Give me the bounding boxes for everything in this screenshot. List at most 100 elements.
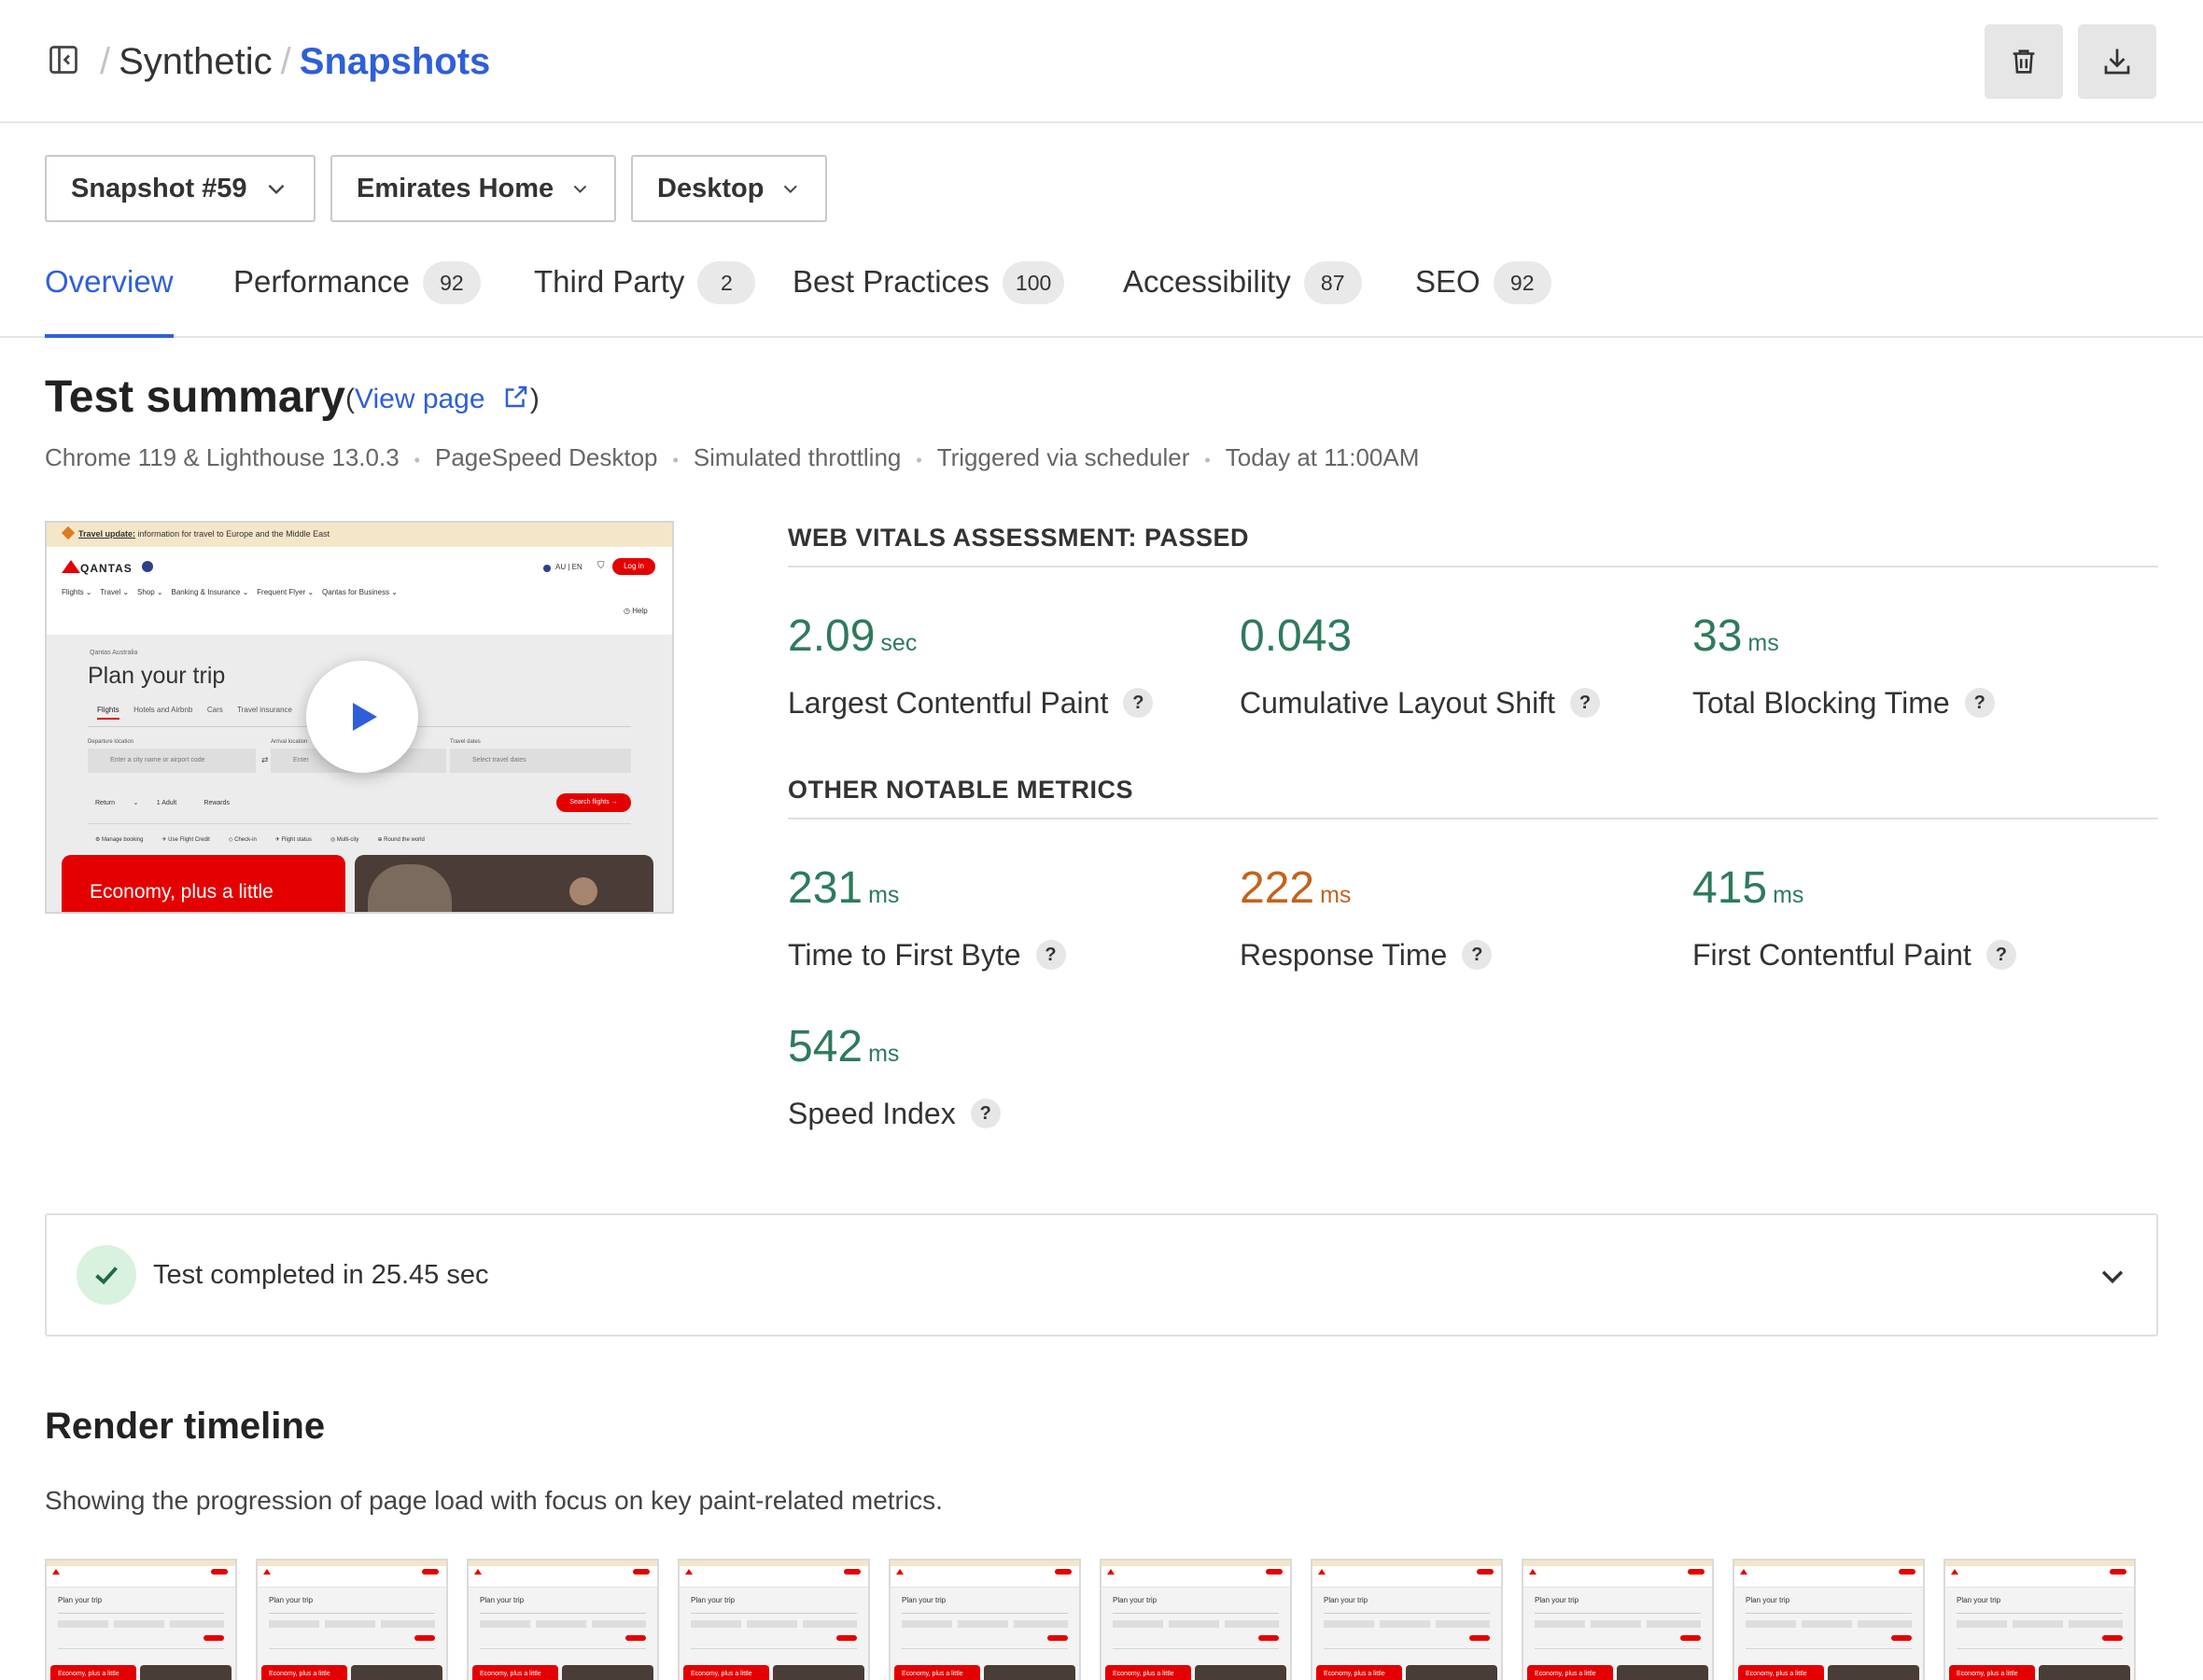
page-select-value: Emirates Home: [357, 173, 554, 203]
frame-heading: Plan your trip: [1746, 1596, 1790, 1604]
help-icon[interactable]: ?: [970, 1099, 1001, 1128]
frame-heading: Plan your trip: [1957, 1596, 2001, 1604]
help-text: Help: [632, 607, 648, 615]
promo-card: Economy, plus a little: [62, 855, 345, 912]
metric-name: Total Blocking Time: [1692, 686, 1950, 720]
test-summary-title: Test summary: [45, 372, 345, 422]
cart-icon: ⛉: [597, 561, 605, 571]
frame-promo: Economy, plus a little: [902, 1671, 963, 1677]
meta-time: Today at 11:00AM: [1225, 443, 1420, 471]
hero-heading: Plan your trip: [88, 663, 226, 689]
timeline-frame[interactable]: Plan your trip Economy, plus a little: [678, 1559, 870, 1680]
warning-icon: [61, 525, 76, 540]
device-select-value: Desktop: [657, 173, 765, 203]
screenshot-menu: Flights ⌄ Travel ⌄ Shop ⌄ Banking & Insu…: [62, 588, 399, 596]
paren-open: (: [345, 384, 355, 414]
delete-button[interactable]: [1985, 24, 2063, 99]
metric-fcp: 415 ms First Contentful Paint?: [1692, 861, 2103, 975]
metric-value: 222: [1240, 863, 1315, 913]
timeline-frame[interactable]: Plan your trip Economy, plus a little: [45, 1559, 237, 1680]
quick-link: Use Flight Credit: [168, 837, 210, 843]
snapshot-select[interactable]: Snapshot #59: [45, 155, 316, 222]
departure-field: Enter a city name or airport code: [88, 749, 256, 773]
help-icon[interactable]: ?: [1986, 940, 2016, 970]
download-button[interactable]: [2078, 24, 2156, 99]
breadcrumb-snapshots: Snapshots: [299, 41, 491, 82]
breadcrumb-synthetic[interactable]: Synthetic: [119, 41, 273, 82]
menu-item: Shop: [137, 588, 155, 596]
metric-unit: ms: [1320, 882, 1352, 908]
play-video-button[interactable]: [306, 661, 418, 773]
test-completed-panel[interactable]: Test completed in 25.45 sec: [45, 1213, 2158, 1337]
banner-text: information for travel to Europe and the…: [137, 529, 330, 539]
help-icon[interactable]: ?: [1123, 688, 1154, 718]
tab-label: Third Party: [534, 264, 685, 299]
metric-name: First Contentful Paint: [1692, 938, 1971, 972]
timeline-frame[interactable]: Plan your trip Economy, plus a little: [1522, 1559, 1714, 1680]
timeline-frame[interactable]: Plan your trip Economy, plus a little: [256, 1559, 448, 1680]
top-header: / Synthetic / Snapshots: [0, 0, 2203, 123]
help-icon[interactable]: ?: [1569, 688, 1600, 718]
tab-label: Accessibility: [1123, 264, 1291, 299]
frame-promo: Economy, plus a little: [480, 1671, 541, 1677]
help-link: ◷ Help: [624, 607, 648, 615]
timeline-frame[interactable]: Plan your trip Economy, plus a little: [1100, 1559, 1292, 1680]
frame-promo: Economy, plus a little: [1957, 1671, 2018, 1677]
frame-heading: Plan your trip: [1324, 1596, 1368, 1604]
metric-speed-index: 542 ms Speed Index?: [788, 1019, 1199, 1134]
metric-unit: ms: [1773, 882, 1804, 908]
chevron-down-icon: [2101, 1270, 2124, 1284]
meta-config: PageSpeed Desktop: [434, 443, 658, 471]
device-select[interactable]: Desktop: [631, 155, 827, 222]
tab-best-practices[interactable]: Best Practices 100: [793, 261, 1065, 338]
timeline-frame[interactable]: Plan your trip Economy, plus a little: [467, 1559, 659, 1680]
trash-icon: [2013, 49, 2035, 74]
sidebar-toggle-icon[interactable]: [47, 43, 80, 77]
metric-unit: ms: [868, 1041, 900, 1067]
help-icon[interactable]: ?: [1462, 940, 1493, 970]
other-metrics-heading: OTHER NOTABLE METRICS: [788, 771, 2158, 819]
quick-link: Multi-city: [336, 837, 359, 843]
metric-name: Largest Contentful Paint: [788, 686, 1109, 720]
paren-close: ): [529, 384, 540, 414]
breadcrumb: / Synthetic / Snapshots: [100, 41, 491, 82]
metric-unit: ms: [1747, 630, 1779, 656]
tab-label: SEO: [1415, 264, 1480, 299]
trip-type: Return: [95, 800, 116, 806]
page-select[interactable]: Emirates Home: [330, 155, 616, 222]
page-screenshot[interactable]: Travel update: information for travel to…: [45, 521, 674, 914]
rewards: Rewards: [203, 800, 231, 806]
oneworld-icon: [142, 561, 153, 572]
field-label: Arrival location: [271, 739, 308, 745]
kangaroo-logo-icon: [62, 560, 80, 573]
field-placeholder: Enter a city name or airport code: [110, 757, 205, 763]
tab-third-party[interactable]: Third Party 2: [534, 261, 756, 338]
view-page-link[interactable]: View page: [355, 384, 530, 414]
frame-heading: Plan your trip: [1535, 1596, 1579, 1604]
metric-cls: 0.043 Cumulative Layout Shift?: [1240, 609, 1650, 723]
hero-tabs: Flights Hotels and Airbnb Cars Travel in…: [97, 706, 292, 720]
hero-tab: Travel insurance: [237, 706, 292, 714]
metric-ttfb: 231 ms Time to First Byte?: [788, 861, 1199, 975]
help-icon[interactable]: ?: [1035, 940, 1066, 970]
tab-overview[interactable]: Overview: [45, 261, 174, 338]
menu-item: Travel: [100, 588, 121, 596]
timeline-frame[interactable]: Plan your trip Economy, plus a little: [1311, 1559, 1503, 1680]
frame-promo: Economy, plus a little: [1746, 1671, 1807, 1677]
hero-tab: Cars: [206, 706, 223, 714]
tab-performance[interactable]: Performance 92: [233, 261, 481, 338]
timeline-frame[interactable]: Plan your trip Economy, plus a little: [889, 1559, 1081, 1680]
help-icon[interactable]: ?: [1964, 688, 1995, 718]
metric-tbt: 33 ms Total Blocking Time?: [1692, 609, 2103, 723]
timeline-frame[interactable]: Plan your trip Economy, plus a little: [1943, 1559, 2136, 1680]
hero-tab: Flights: [97, 706, 119, 720]
chevron-down-icon: [268, 184, 284, 195]
tab-accessibility[interactable]: Accessibility 87: [1123, 261, 1362, 338]
timeline-frame[interactable]: Plan your trip Economy, plus a little: [1733, 1559, 1925, 1680]
web-vitals-heading: WEB VITALS ASSESSMENT: PASSED: [788, 519, 2158, 567]
render-timeline-frames: Plan your trip Economy, plus a little Plan…: [45, 1559, 2182, 1680]
tab-seo[interactable]: SEO 92: [1415, 261, 1551, 338]
trip-options: Return ⌄ 1 Adult Rewards: [95, 800, 231, 806]
metric-name: Cumulative Layout Shift: [1240, 686, 1555, 720]
frame-promo: Economy, plus a little: [1535, 1671, 1596, 1677]
